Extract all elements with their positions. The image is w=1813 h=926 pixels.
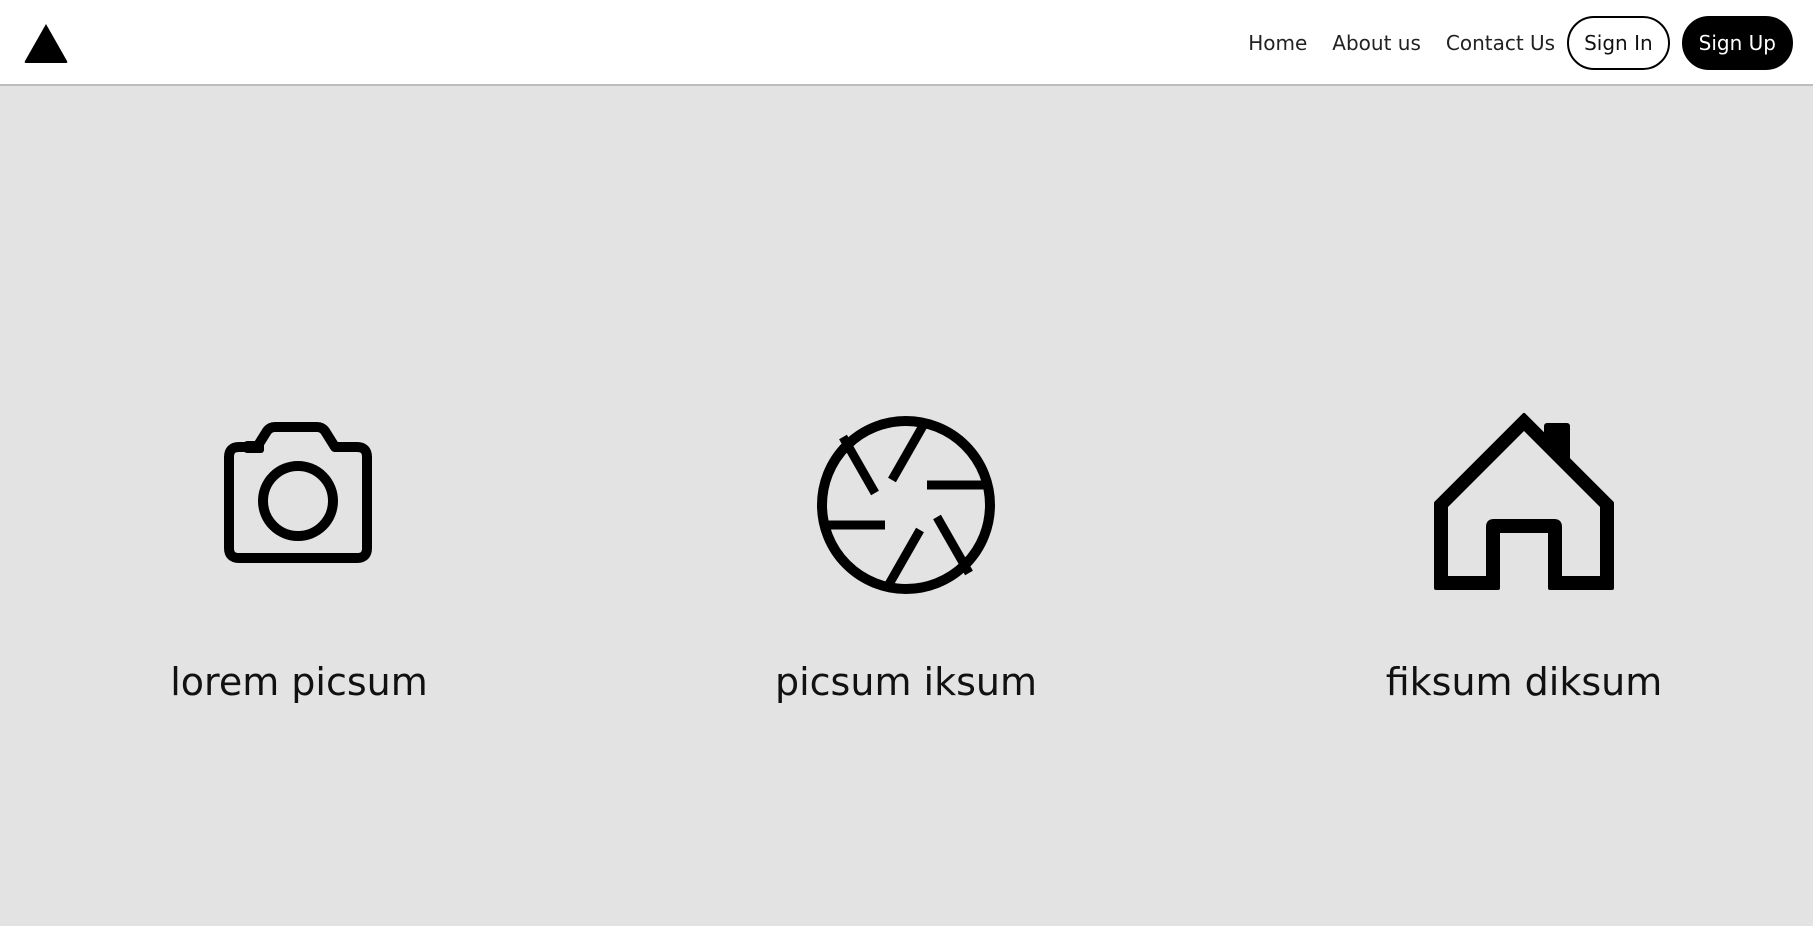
house-icon [1434, 413, 1614, 590]
aperture-icon [817, 416, 995, 594]
feature-card-aperture: picsum iksum [656, 405, 1156, 704]
nav-link-home[interactable]: Home [1248, 31, 1307, 55]
feature-card-house: fiksum diksum [1274, 405, 1774, 704]
triangle-logo-icon[interactable] [22, 21, 70, 65]
camera-icon [224, 422, 372, 563]
nav-link-about-us[interactable]: About us [1332, 31, 1421, 55]
nav-link-contact-us[interactable]: Contact Us [1446, 31, 1555, 55]
nav-links: Home About us Contact Us Sign In Sign Up [1248, 16, 1793, 70]
sign-in-button[interactable]: Sign In [1567, 16, 1670, 70]
feature-card-camera: lorem picsum [49, 405, 549, 704]
sign-up-button[interactable]: Sign Up [1681, 16, 1793, 70]
feature-label: lorem picsum [170, 660, 428, 704]
feature-label: picsum iksum [774, 660, 1037, 704]
feature-label: fiksum diksum [1385, 660, 1663, 704]
top-navbar: Home About us Contact Us Sign In Sign Up [0, 0, 1813, 86]
